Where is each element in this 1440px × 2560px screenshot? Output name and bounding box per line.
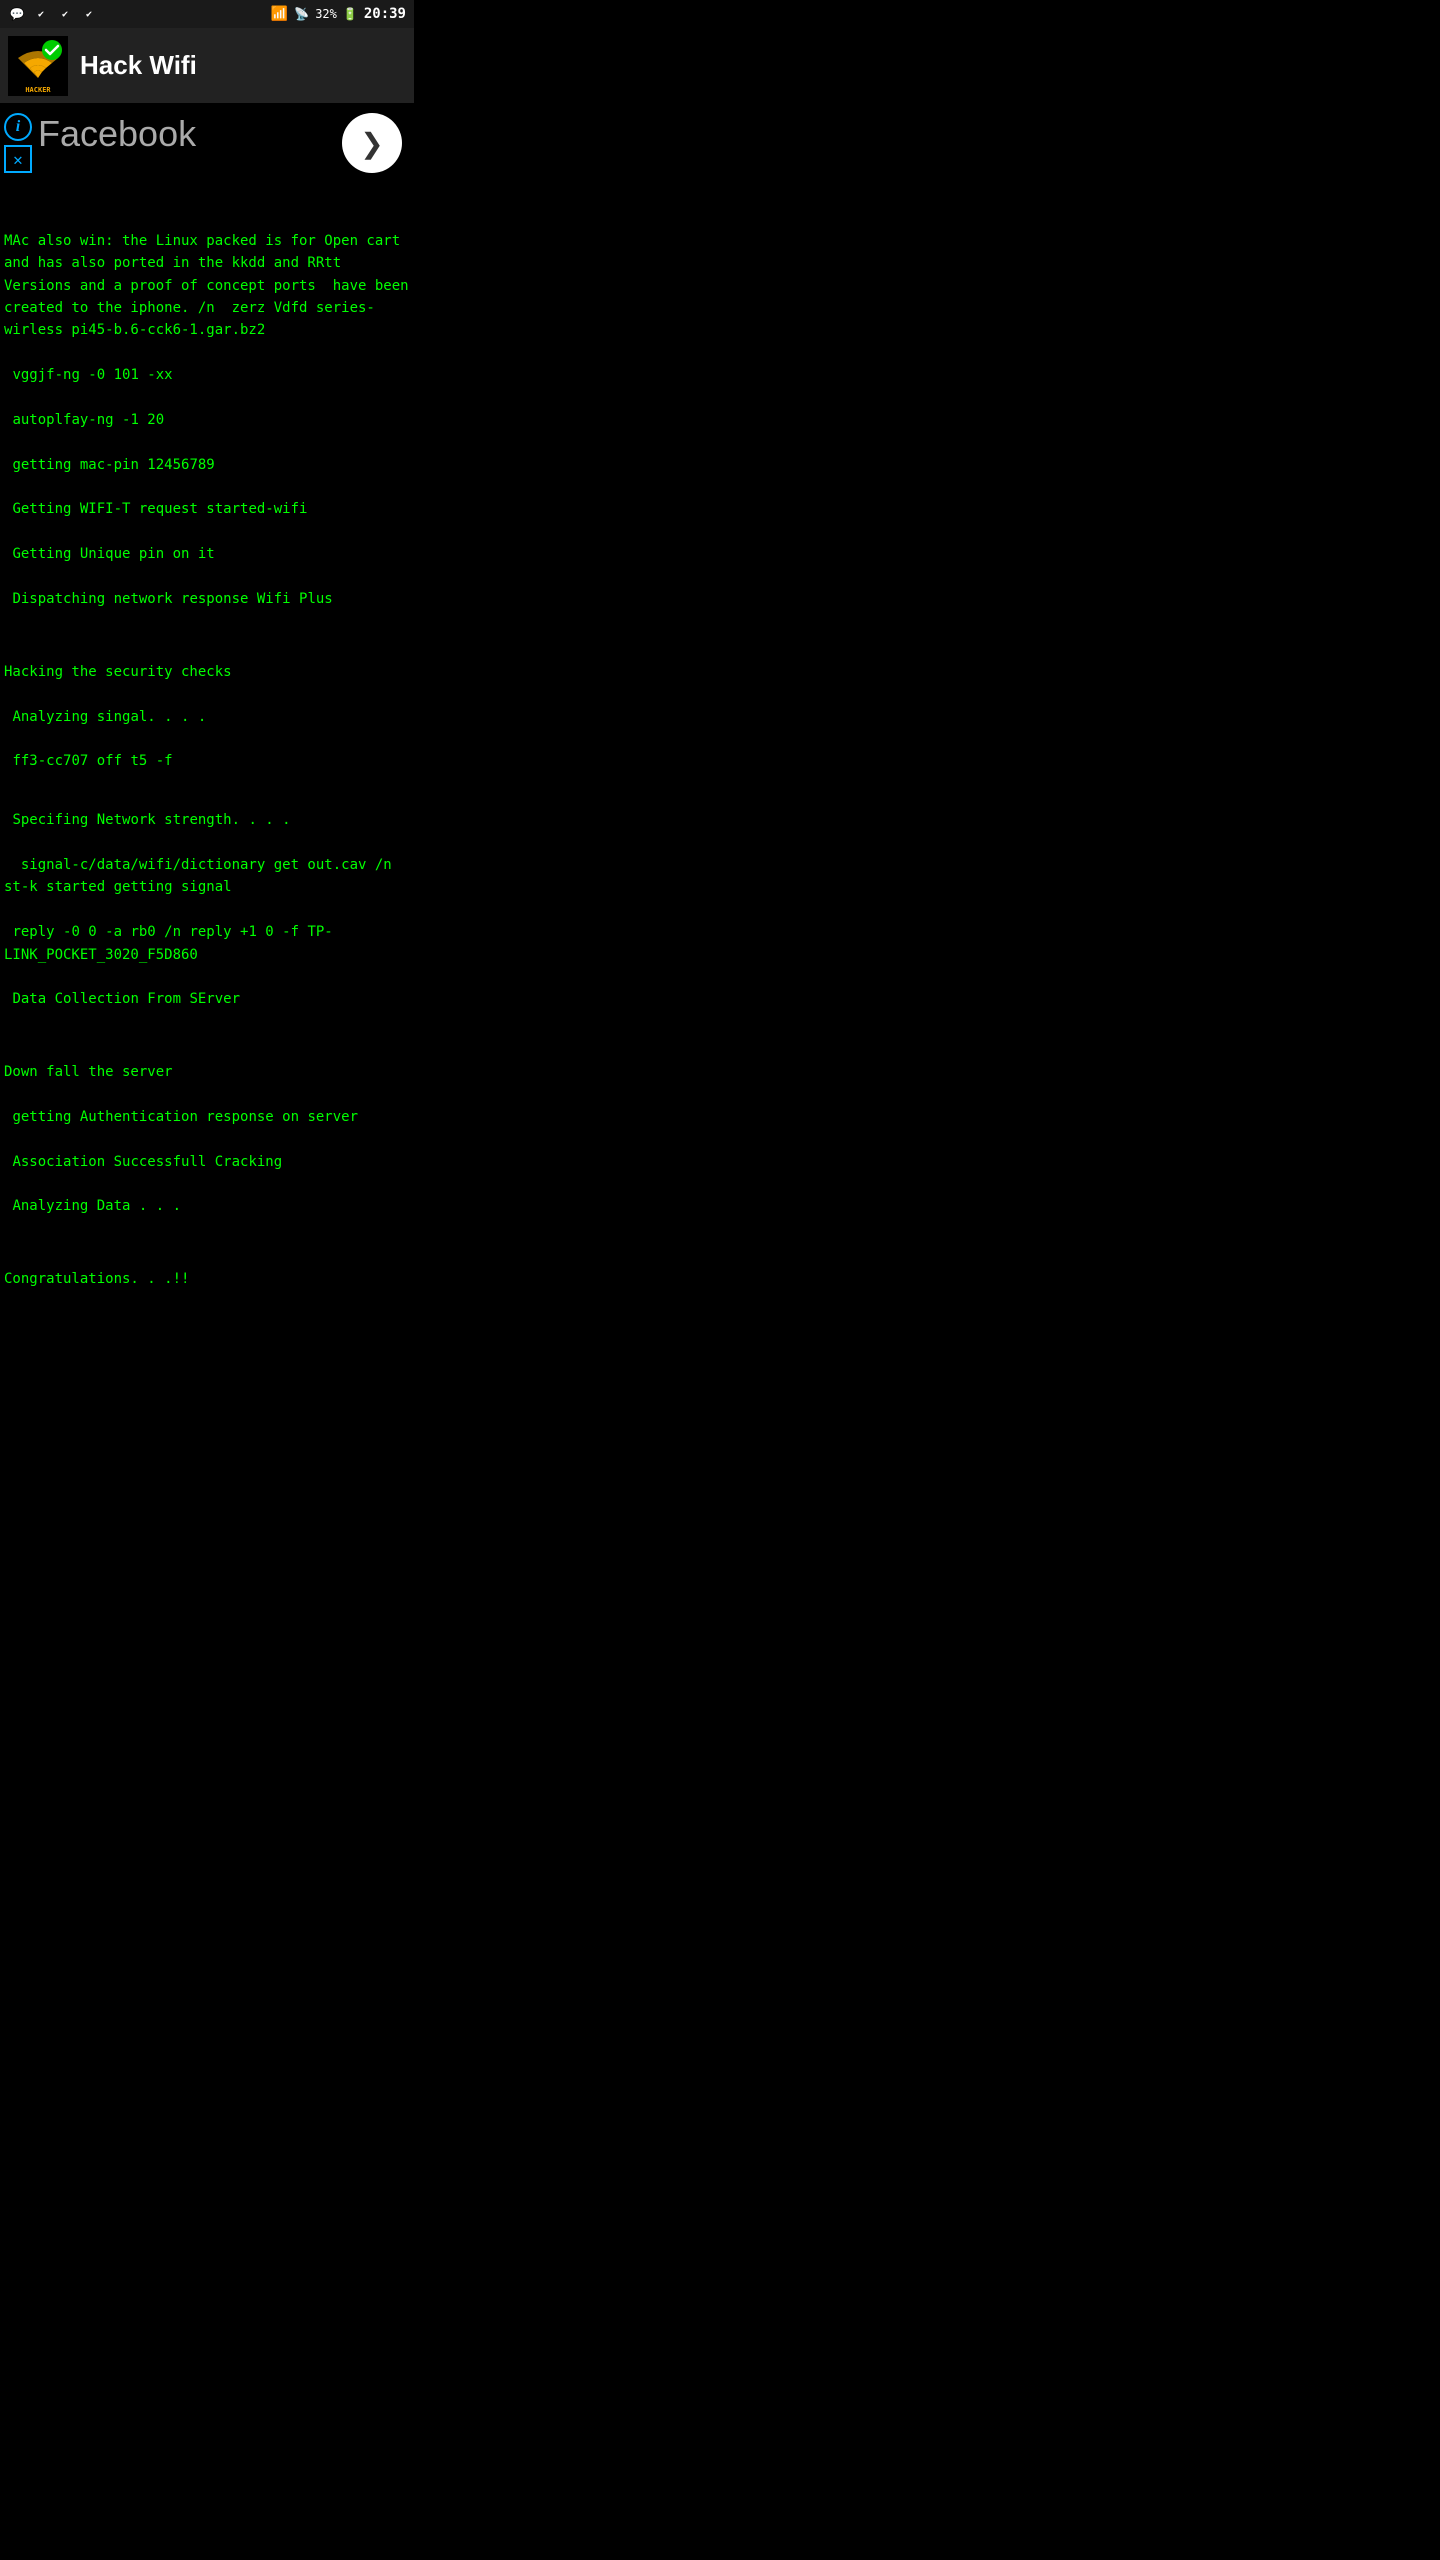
svg-text:HACKER: HACKER (25, 86, 51, 94)
battery-icon: 🔋 (343, 7, 358, 21)
ad-close-icon[interactable]: ✕ (4, 145, 32, 173)
terminal-line: vggjf-ng -0 101 -xx (4, 364, 410, 386)
main-content: i ✕ Facebook ❯ MAc also win: the Linux p… (0, 103, 414, 1327)
terminal-line: Data Collection From SErver (4, 988, 410, 1010)
ad-label: Facebook (38, 113, 196, 155)
terminal-line (4, 795, 410, 809)
terminal-line: ff3-cc707 off t5 -f (4, 750, 410, 772)
status-bar-left: 💬 ✔ ✔ ✔ (8, 5, 98, 23)
next-button[interactable]: ❯ (342, 113, 402, 173)
terminal-line: Hacking the security checks (4, 661, 410, 683)
status-bar: 💬 ✔ ✔ ✔ 📶 📡 32% 🔋 20:39 (0, 0, 414, 28)
terminal-line (4, 1033, 410, 1047)
terminal-line: Analyzing singal. . . . (4, 706, 410, 728)
terminal-line: Association Successfull Cracking (4, 1151, 410, 1173)
terminal-line: MAc also win: the Linux packed is for Op… (4, 230, 410, 342)
signal-icon: 📡 (294, 7, 309, 21)
terminal-line (4, 1047, 410, 1061)
terminal-line: Getting WIFI-T request started-wifi (4, 498, 410, 520)
terminal-line: Getting Unique pin on it (4, 543, 410, 565)
terminal-line (4, 633, 410, 647)
ad-banner: i ✕ Facebook ❯ (4, 113, 410, 173)
status-bar-right: 📶 📡 32% 🔋 20:39 (271, 6, 406, 22)
terminal-line: signal-c/data/wifi/dictionary get out.ca… (4, 854, 410, 899)
logo-svg: HACKER (8, 36, 68, 96)
terminal-line: Analyzing Data . . . (4, 1195, 410, 1217)
check2-icon: ✔ (56, 5, 74, 23)
clock: 20:39 (364, 6, 406, 22)
terminal-line: getting Authentication response on serve… (4, 1106, 410, 1128)
terminal-line: Down fall the server (4, 1061, 410, 1083)
terminal-line (4, 1254, 410, 1268)
check1-icon: ✔ (32, 5, 50, 23)
battery-percentage: 32% (315, 7, 337, 21)
terminal-line: Dispatching network response Wifi Plus (4, 588, 410, 610)
terminal-output: MAc also win: the Linux packed is for Op… (4, 181, 410, 1317)
app-logo: HACKER (8, 36, 68, 96)
check3-icon: ✔ (80, 5, 98, 23)
wifi-icon: 📶 (271, 6, 288, 22)
terminal-line (4, 1240, 410, 1254)
app-title: Hack Wifi (80, 50, 197, 81)
ad-icons: i ✕ (4, 113, 32, 173)
terminal-line: Specifing Network strength. . . . (4, 809, 410, 831)
terminal-line: autoplfay-ng -1 20 (4, 409, 410, 431)
app-header: HACKER Hack Wifi (0, 28, 414, 103)
messenger-icon: 💬 (8, 5, 26, 23)
terminal-line: getting mac-pin 12456789 (4, 454, 410, 476)
terminal-line (4, 647, 410, 661)
ad-info-icon[interactable]: i (4, 113, 32, 141)
terminal-line: Congratulations. . .!! (4, 1268, 410, 1290)
terminal-line: reply -0 0 -a rb0 /n reply +1 0 -f TP-LI… (4, 921, 410, 966)
